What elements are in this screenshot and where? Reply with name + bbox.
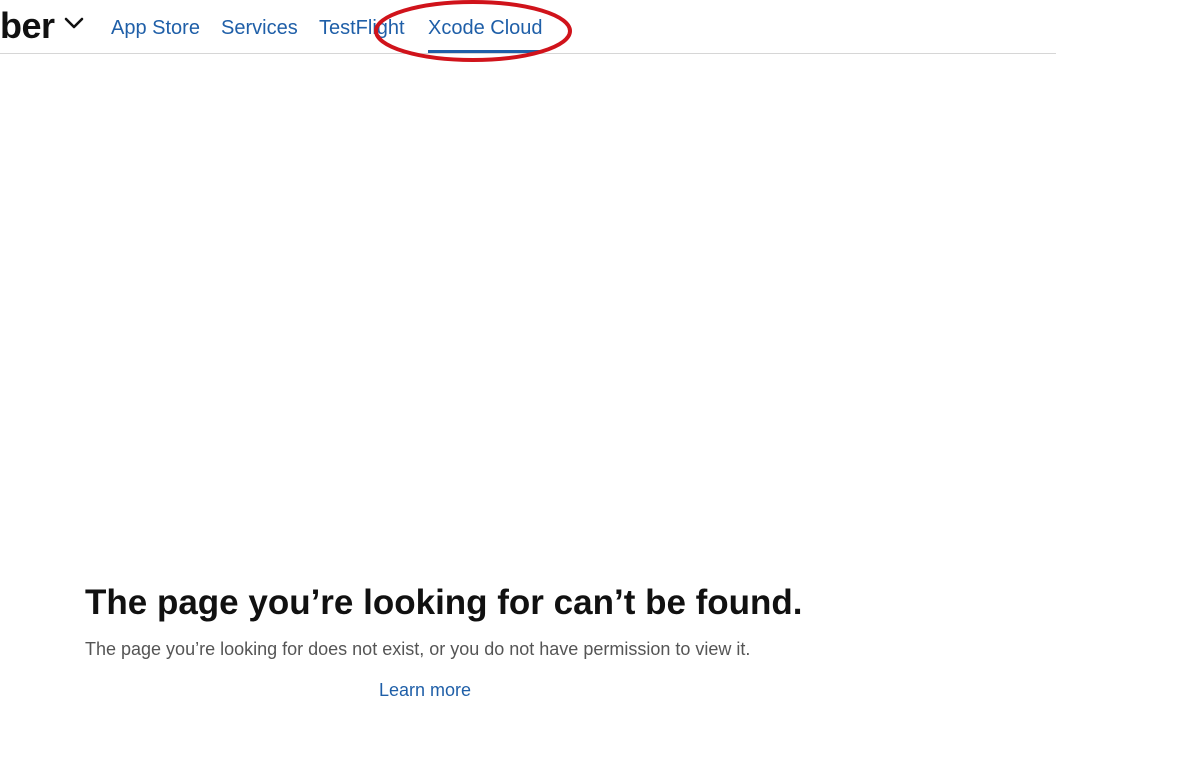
selected-tab-indicator [428,50,540,53]
error-title: The page you’re looking for can’t be fou… [85,583,803,622]
error-message: The page you’re looking for does not exi… [85,639,751,659]
page: ber App Store Services TestFlight Xcode … [0,0,1200,768]
tab-services[interactable]: Services [221,14,298,42]
brand-menu-button[interactable]: ber [0,6,85,46]
tab-testflight[interactable]: TestFlight [319,14,405,42]
chevron-down-icon [63,12,85,34]
tab-xcode-cloud[interactable]: Xcode Cloud [428,14,543,42]
top-navigation: ber App Store Services TestFlight Xcode … [0,0,1056,62]
brand-label: ber [0,5,55,46]
chevron-down-icon-graphic [64,17,83,29]
learn-more-link[interactable]: Learn more [379,678,471,702]
tab-app-store[interactable]: App Store [111,14,200,42]
